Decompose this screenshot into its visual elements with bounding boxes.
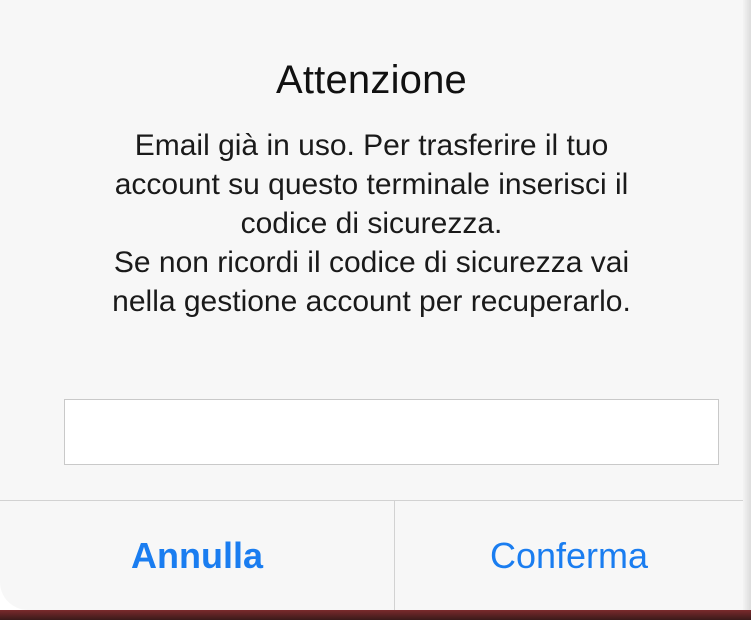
- alert-message-line: nella gestione account per recuperarlo.: [112, 285, 631, 318]
- security-code-field-container: [64, 399, 719, 465]
- background-edge: [0, 610, 751, 620]
- security-code-input[interactable]: [65, 400, 718, 464]
- background-edge: [743, 0, 751, 620]
- screen: Attenzione Email già in uso. Per trasfer…: [0, 0, 751, 620]
- alert-message-line: codice di sicurezza.: [240, 207, 503, 240]
- alert-message: Email già in uso. Per trasferire il tuo …: [40, 126, 703, 321]
- alert-message-line: Se non ricordi il codice di sicurezza va…: [113, 246, 630, 279]
- alert-message-line: account su questo terminale inserisci il: [114, 168, 629, 201]
- confirm-button[interactable]: Conferma: [395, 501, 743, 610]
- alert-dialog: Attenzione Email già in uso. Per trasfer…: [0, 0, 743, 610]
- alert-message-line: Email già in uso. Per trasferire il tuo: [134, 129, 609, 162]
- alert-title: Attenzione: [275, 58, 468, 102]
- cancel-button[interactable]: Annulla: [0, 501, 394, 610]
